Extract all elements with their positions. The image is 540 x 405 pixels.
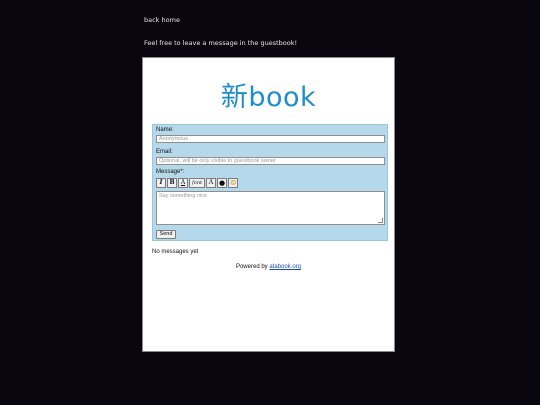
underline-button[interactable]: A: [178, 178, 188, 188]
font-button[interactable]: font: [189, 178, 205, 188]
formatting-toolbar: I B A font A ● ☺: [156, 178, 239, 188]
message-placeholder: Say something nice: [159, 193, 207, 199]
message-textarea[interactable]: Say something nice: [156, 191, 385, 225]
email-label: Email:: [156, 149, 173, 155]
name-input[interactable]: Anonymous: [156, 135, 385, 143]
emoji-icon[interactable]: ☺: [228, 178, 239, 188]
name-placeholder: Anonymous: [159, 136, 189, 142]
email-input[interactable]: Optional, will be only visible to guestb…: [156, 157, 385, 165]
page: back home Feel free to leave a message i…: [0, 0, 540, 405]
text-size-button[interactable]: A: [206, 178, 216, 188]
bold-button[interactable]: B: [167, 178, 177, 188]
message-label: Message*:: [156, 169, 185, 175]
resize-handle[interactable]: [378, 218, 383, 223]
atabook-link[interactable]: atabook.org: [269, 264, 301, 270]
guestbook-form: Name: Anonymous Email: Optional, will be…: [152, 124, 388, 241]
send-button[interactable]: Send: [156, 230, 176, 239]
email-placeholder: Optional, will be only visible to guestb…: [159, 158, 276, 164]
powered-by-prefix: Powered by: [235, 264, 270, 270]
guestbook-logo: 新book: [220, 82, 317, 113]
guestbook-frame: 新book Name: Anonymous Email: Optional, w…: [142, 57, 395, 352]
name-label: Name:: [156, 127, 174, 133]
empty-messages-text: No messages yet: [152, 249, 199, 255]
intro-text: Feel free to leave a message in the gues…: [144, 39, 298, 47]
powered-by: Powered by atabook.org: [143, 264, 394, 270]
back-home-link[interactable]: back home: [144, 16, 180, 24]
color-picker-icon[interactable]: ●: [217, 178, 228, 188]
italic-button[interactable]: I: [156, 178, 166, 188]
